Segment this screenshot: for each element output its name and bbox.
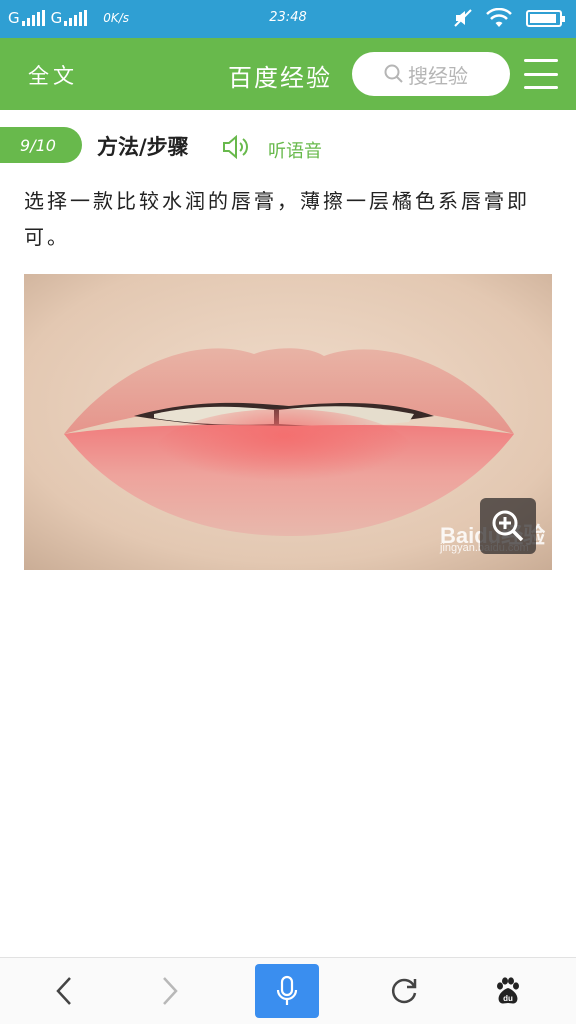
search-input[interactable]: 搜经验 (352, 52, 510, 96)
voice-search-button[interactable] (255, 964, 319, 1018)
zoom-button[interactable] (480, 498, 536, 554)
microphone-icon (276, 975, 298, 1005)
site-title[interactable]: 百度经验 (228, 58, 332, 93)
menu-icon[interactable] (524, 59, 558, 89)
header-bar: 全文 百度经验 搜经验 (0, 38, 576, 110)
step-counter: 9/10 (0, 127, 82, 163)
search-icon (384, 64, 403, 83)
speaker-icon[interactable] (222, 135, 254, 159)
baidu-paw-icon: du (497, 977, 519, 1004)
step-image[interactable]: Baidu经验 jingyan.baidu.com (24, 274, 552, 570)
zoom-in-icon (492, 510, 524, 542)
step-description: 选择一款比较水润的唇膏，薄擦一层橘色系唇膏即可。 (24, 189, 530, 249)
wifi-icon (486, 8, 512, 27)
battery-icon (526, 9, 565, 27)
svg-text:du: du (503, 994, 513, 1003)
refresh-icon (391, 978, 417, 1004)
refresh-button[interactable] (374, 958, 434, 1024)
baidu-home-button[interactable]: du (478, 958, 538, 1024)
forward-button[interactable] (140, 958, 200, 1024)
listen-voice-link[interactable]: 听语音 (268, 137, 322, 163)
bottom-navigation: du (0, 957, 576, 1024)
status-bar: G G 0K/s 23:48 (0, 0, 576, 38)
search-placeholder: 搜经验 (408, 63, 468, 88)
mute-icon (454, 9, 472, 27)
step-section-title: 方法/步骤 (97, 135, 189, 159)
full-text-button[interactable]: 全文 (28, 60, 78, 90)
status-icons (454, 8, 565, 28)
chevron-right-icon (163, 977, 178, 1005)
chevron-left-icon (56, 977, 71, 1005)
back-button[interactable] (34, 958, 94, 1024)
